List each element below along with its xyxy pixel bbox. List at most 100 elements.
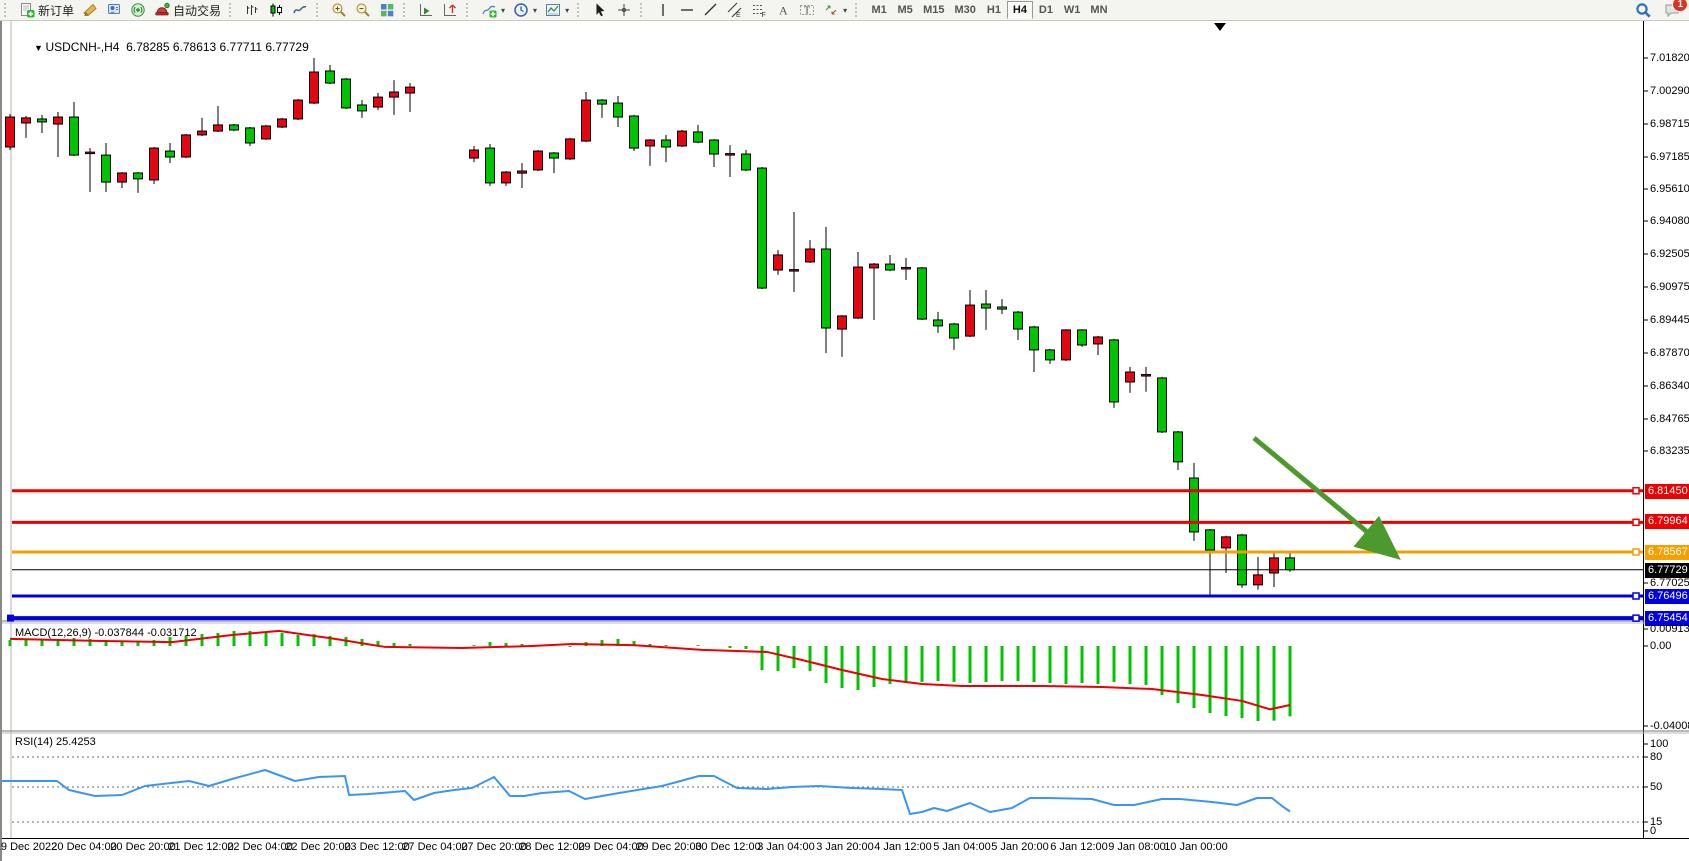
time-label: 20 Dec 20:00 bbox=[110, 841, 175, 853]
auto-scroll-button[interactable] bbox=[414, 1, 438, 19]
candle-body bbox=[406, 87, 415, 93]
indicators-button[interactable]: ▾ bbox=[477, 1, 509, 19]
candle-body bbox=[854, 267, 863, 318]
candle-body bbox=[134, 173, 143, 179]
price-badge: 6.77729 bbox=[1645, 563, 1689, 578]
candle-body bbox=[486, 148, 495, 183]
toolbar: 新订单 自动交易 bbox=[0, 0, 1689, 21]
zoom-in-button[interactable] bbox=[327, 1, 351, 19]
periods-button[interactable]: ▾ bbox=[509, 1, 541, 19]
hline-handle bbox=[1633, 519, 1639, 525]
candlestick-chart-button[interactable] bbox=[264, 1, 288, 19]
candle-body bbox=[374, 97, 383, 107]
candle-body bbox=[582, 100, 591, 141]
candle-body bbox=[1142, 375, 1151, 377]
auto-scroll-icon bbox=[418, 2, 434, 18]
bar-chart-button[interactable] bbox=[240, 1, 264, 19]
candle-body bbox=[294, 100, 303, 119]
timeframe-W1[interactable]: W1 bbox=[1059, 1, 1086, 19]
candle-body bbox=[102, 155, 111, 182]
svg-text:E: E bbox=[736, 12, 741, 18]
candle-body bbox=[1110, 340, 1119, 402]
autotrading-button[interactable]: 自动交易 bbox=[150, 1, 225, 19]
candle-body bbox=[1014, 312, 1023, 329]
time-label: 5 Jan 20:00 bbox=[991, 841, 1049, 853]
zoom-out-button[interactable] bbox=[351, 1, 375, 19]
notifications-button[interactable]: 1 bbox=[1660, 1, 1685, 19]
indicators-icon bbox=[481, 2, 497, 18]
cursor-button[interactable] bbox=[588, 1, 612, 19]
timeframe-H1[interactable]: H1 bbox=[981, 1, 1007, 19]
signals-button[interactable] bbox=[126, 1, 150, 19]
candle-body bbox=[838, 316, 847, 329]
text-button[interactable]: A bbox=[771, 1, 795, 19]
horizontal-line-button[interactable] bbox=[675, 1, 699, 19]
toolbar-grip bbox=[316, 3, 324, 17]
time-label: 3 Jan 20:00 bbox=[816, 841, 874, 853]
time-label: 27 Dec 20:00 bbox=[461, 841, 526, 853]
chart-canvas bbox=[2, 21, 1689, 861]
timeframe-M15[interactable]: M15 bbox=[918, 1, 949, 19]
market-watch-button[interactable] bbox=[102, 1, 126, 19]
candle-body bbox=[1094, 337, 1103, 344]
fibonacci-button[interactable]: F bbox=[747, 1, 771, 19]
hline-handle bbox=[1633, 593, 1639, 599]
candle-body bbox=[166, 151, 175, 157]
candle-body bbox=[1206, 530, 1215, 550]
market-watch-icon bbox=[106, 2, 122, 18]
candle-body bbox=[502, 172, 511, 183]
vertical-line-button[interactable] bbox=[651, 1, 675, 19]
timeframe-MN[interactable]: MN bbox=[1085, 1, 1112, 19]
search-button[interactable] bbox=[1631, 1, 1656, 19]
crosshair-button[interactable] bbox=[612, 1, 636, 19]
candle-body bbox=[390, 92, 399, 97]
hline-handle bbox=[7, 615, 14, 622]
candle-body bbox=[630, 116, 639, 148]
candle-body bbox=[326, 71, 335, 83]
timeframe-H4[interactable]: H4 bbox=[1007, 1, 1033, 19]
line-chart-button[interactable] bbox=[288, 1, 312, 19]
chart-shift-button[interactable] bbox=[438, 1, 462, 19]
price-tick-label: 7.00290 bbox=[1650, 84, 1689, 98]
label-button[interactable]: T bbox=[795, 1, 819, 19]
candle-body bbox=[646, 140, 655, 146]
candle-body bbox=[902, 267, 911, 269]
rsi-tick-label: 80 bbox=[1650, 750, 1689, 764]
candle-body bbox=[118, 173, 127, 182]
tile-windows-button[interactable] bbox=[375, 1, 399, 19]
price-tick-label: 6.94080 bbox=[1650, 214, 1689, 228]
chart-shift-icon bbox=[442, 2, 458, 18]
templates-button[interactable]: ▾ bbox=[541, 1, 573, 19]
candle-body bbox=[950, 324, 959, 338]
time-label: 4 Jan 12:00 bbox=[874, 841, 932, 853]
candle-body bbox=[358, 105, 367, 111]
timeframe-M1[interactable]: M1 bbox=[866, 1, 892, 19]
price-tick-label: 6.97185 bbox=[1650, 150, 1689, 164]
macd-panel-label: MACD(12,26,9) -0.037844 -0.031712 bbox=[15, 627, 197, 639]
candlestick-chart-icon bbox=[268, 2, 284, 18]
candle-body bbox=[886, 264, 895, 270]
text-icon: A bbox=[775, 2, 791, 18]
metaeditor-button[interactable] bbox=[78, 1, 102, 19]
timeframe-M30[interactable]: M30 bbox=[950, 1, 981, 19]
toolbar-grip bbox=[466, 3, 474, 17]
time-label: 27 Dec 04:00 bbox=[402, 841, 467, 853]
new-order-button[interactable]: 新订单 bbox=[15, 1, 78, 19]
timeframe-D1[interactable]: D1 bbox=[1033, 1, 1059, 19]
price-tick-label: 6.87870 bbox=[1650, 346, 1689, 360]
timeframe-M5[interactable]: M5 bbox=[892, 1, 918, 19]
collapse-triangle-icon[interactable]: ▼ bbox=[34, 43, 45, 53]
candle-body bbox=[198, 131, 207, 135]
symbol-period-label: USDCNH-,H4 bbox=[45, 40, 119, 54]
trendline-button[interactable] bbox=[699, 1, 723, 19]
candle-body bbox=[150, 148, 159, 180]
rsi-tick-label: 50 bbox=[1650, 780, 1689, 794]
chart-window[interactable]: ▼ USDCNH-,H4 6.78285 6.78613 6.77711 6.7… bbox=[0, 21, 1689, 861]
price-tick-label: 6.92505 bbox=[1650, 247, 1689, 261]
toolbar-grip bbox=[4, 3, 12, 17]
arrows-button[interactable]: ▾ bbox=[819, 1, 851, 19]
channel-button[interactable]: E bbox=[723, 1, 747, 19]
toolbar-grip bbox=[403, 3, 411, 17]
trend-arrow-annotation bbox=[1254, 438, 1372, 536]
crosshair-icon bbox=[616, 2, 632, 18]
